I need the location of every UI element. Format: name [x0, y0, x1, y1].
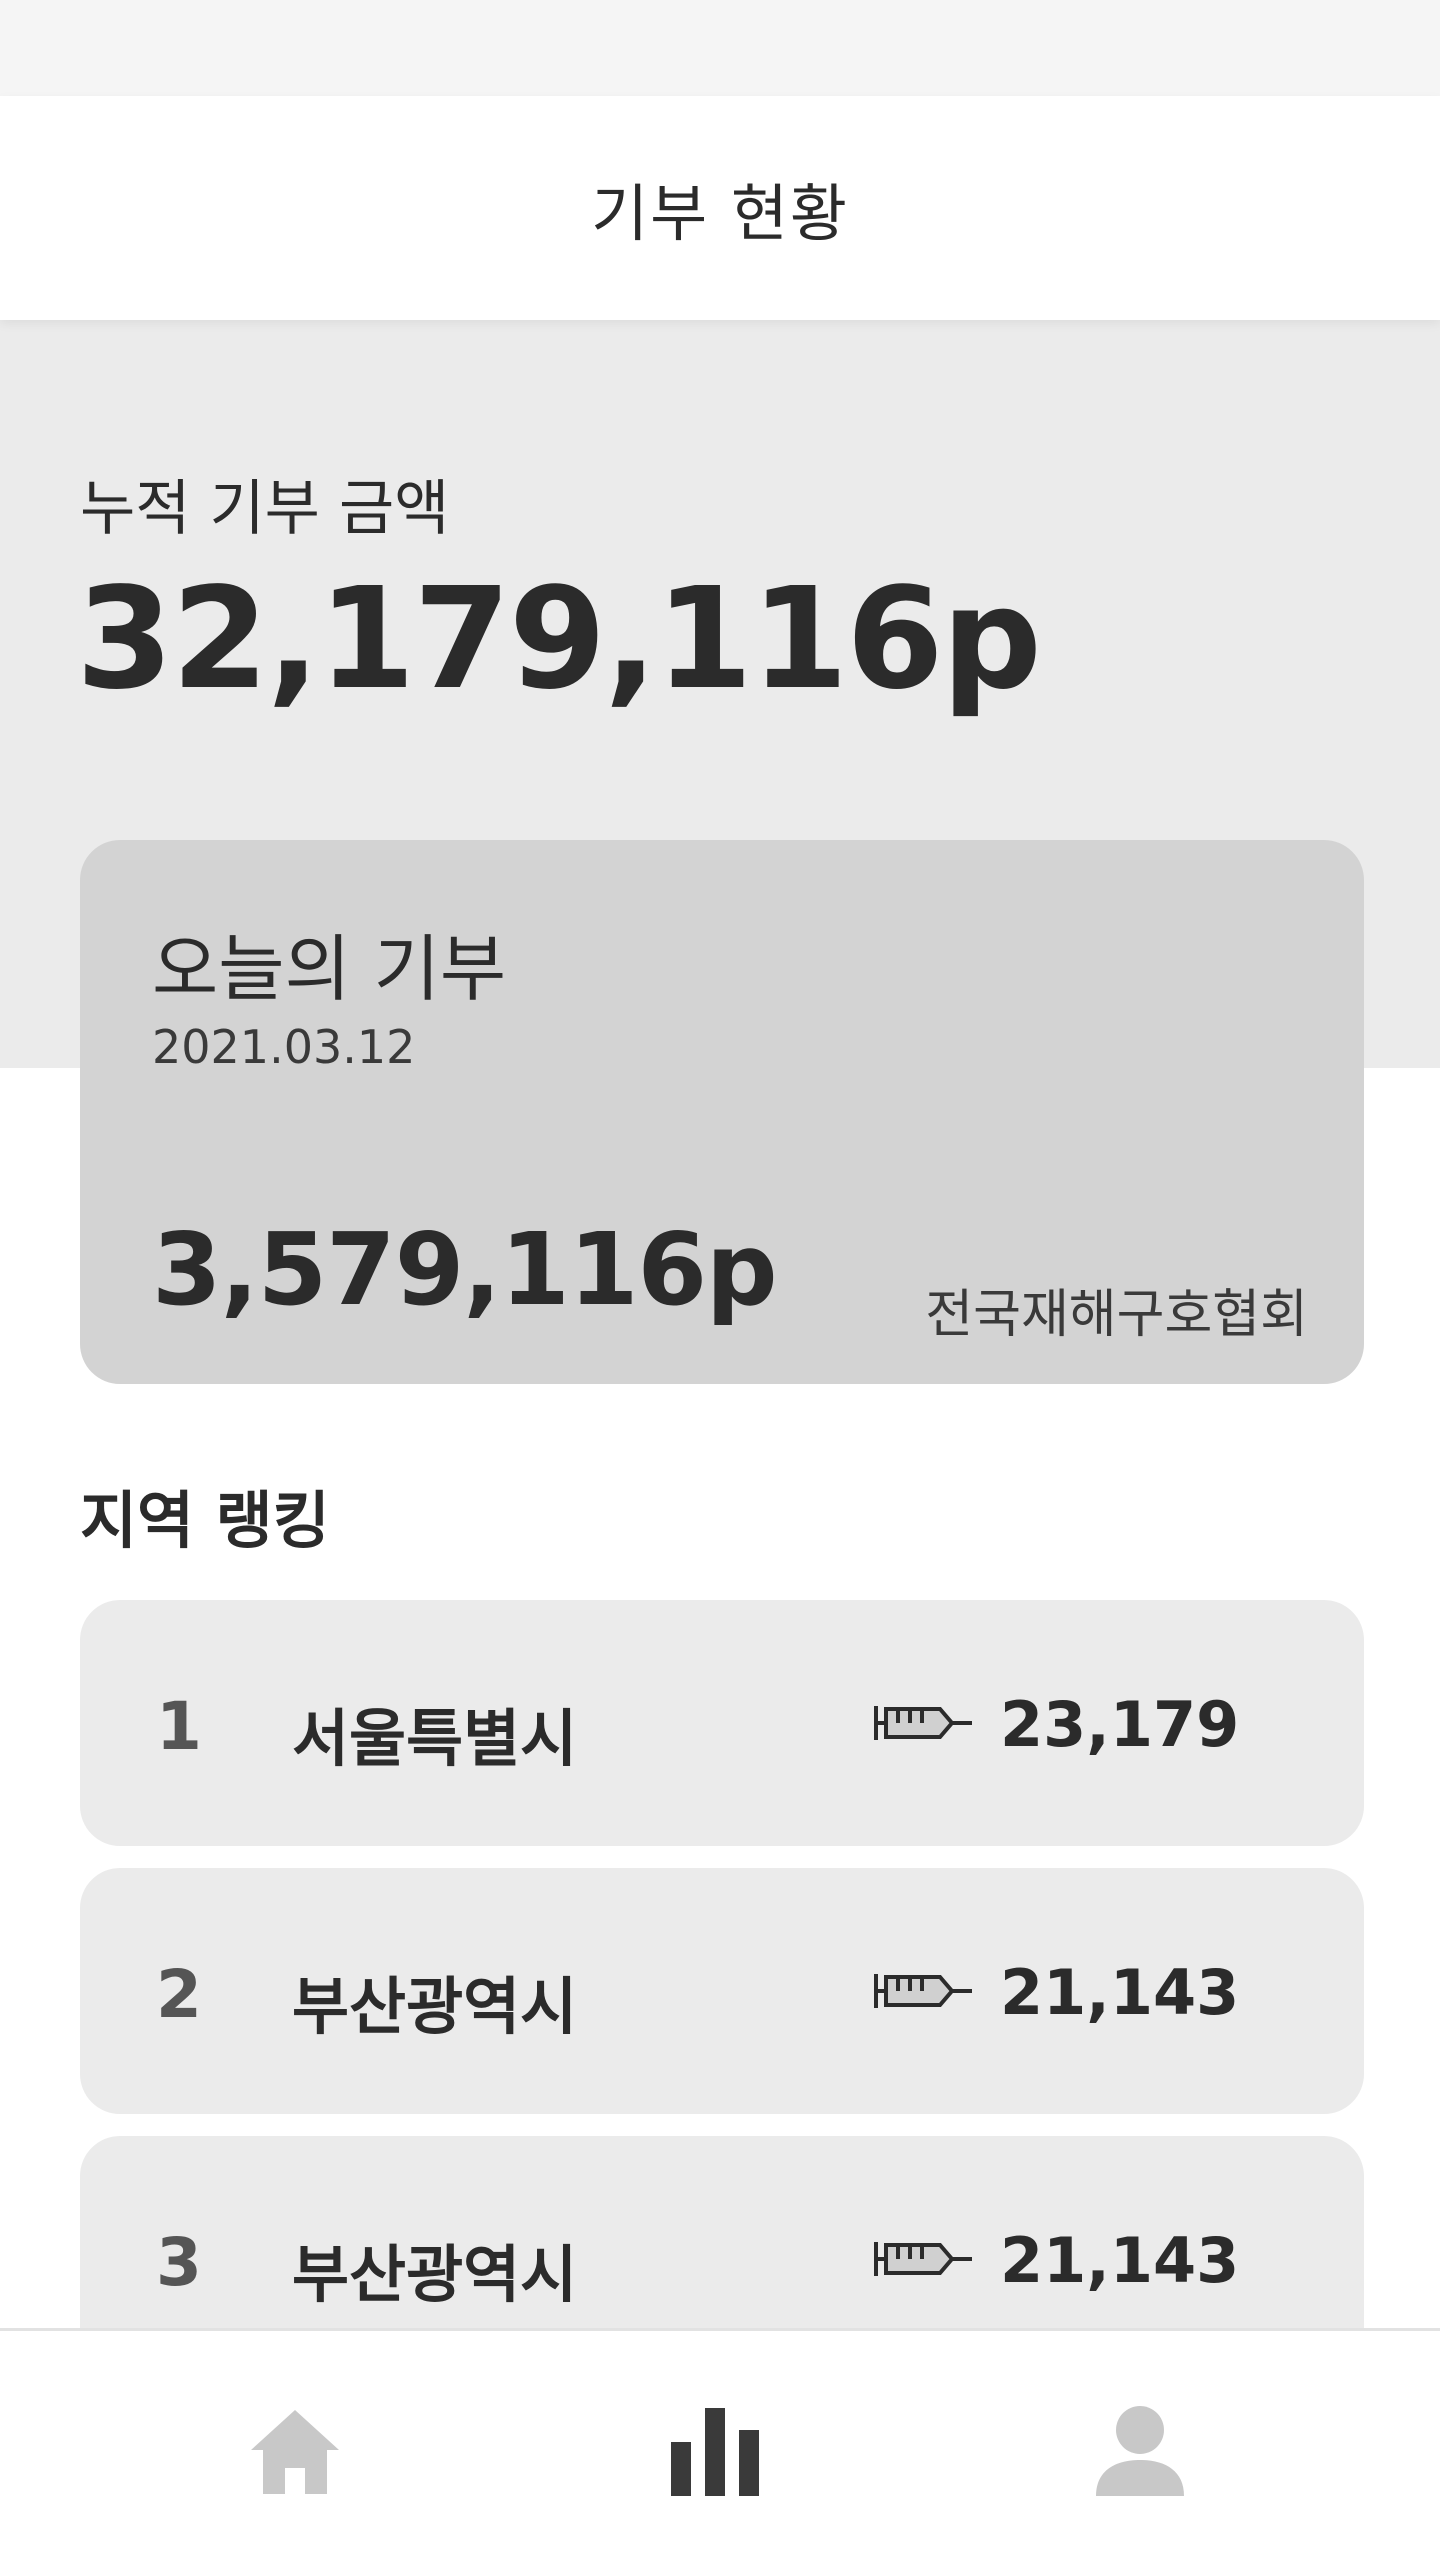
syringe-icon [874, 1974, 972, 2008]
nav-home-button[interactable] [240, 2397, 350, 2507]
page: 기부 현황 누적 기부 금액 32,179,116p 오늘의 기부 2021.0… [0, 0, 1440, 2560]
today-donation-card[interactable]: 오늘의 기부 2021.03.12 3,579,116p 전국재해구호협회 [80, 840, 1364, 1384]
nav-stats-button[interactable] [660, 2397, 770, 2507]
ranking-row[interactable]: 1 서울특별시 23,179 [80, 1600, 1364, 1846]
nav-profile-button[interactable] [1085, 2397, 1195, 2507]
today-donation-amount: 3,579,116p [152, 1211, 778, 1328]
app-header: 기부 현황 [0, 96, 1440, 320]
total-donation-label: 누적 기부 금액 [80, 474, 450, 544]
bottom-navigation [0, 2328, 1440, 2560]
page-title: 기부 현황 [591, 177, 849, 250]
total-donation-amount: 32,179,116p [76, 558, 1042, 721]
region-ranking-list: 1 서울특별시 23,179 2 부산광역시 21,143 3 부산광역시 21… [80, 1600, 1364, 2404]
rank-donation-count: 23,179 [1000, 1688, 1240, 1761]
rank-region-name: 서울특별시 [292, 1702, 578, 1775]
ranking-row[interactable]: 2 부산광역시 21,143 [80, 1868, 1364, 2114]
syringe-icon [874, 1706, 972, 1740]
rank-region-name: 부산광역시 [292, 2238, 578, 2311]
rank-donation-count: 21,143 [1000, 2224, 1240, 2297]
region-ranking-title: 지역 랭킹 [80, 1484, 330, 1557]
person-icon [1096, 2406, 1184, 2496]
status-bar [0, 0, 1440, 96]
rank-number: 1 [156, 1688, 202, 1765]
syringe-icon [874, 2242, 972, 2276]
rank-region-name: 부산광역시 [292, 1970, 578, 2043]
today-donation-title: 오늘의 기부 [152, 927, 507, 1011]
today-donation-organization: 전국재해구호협회 [925, 1285, 1308, 1345]
rank-number: 3 [156, 2224, 202, 2301]
bar-chart-icon [671, 2408, 759, 2496]
today-donation-date: 2021.03.12 [152, 1020, 416, 1074]
rank-donation-count: 21,143 [1000, 1956, 1240, 2029]
rank-number: 2 [156, 1956, 202, 2033]
home-icon [251, 2410, 339, 2494]
